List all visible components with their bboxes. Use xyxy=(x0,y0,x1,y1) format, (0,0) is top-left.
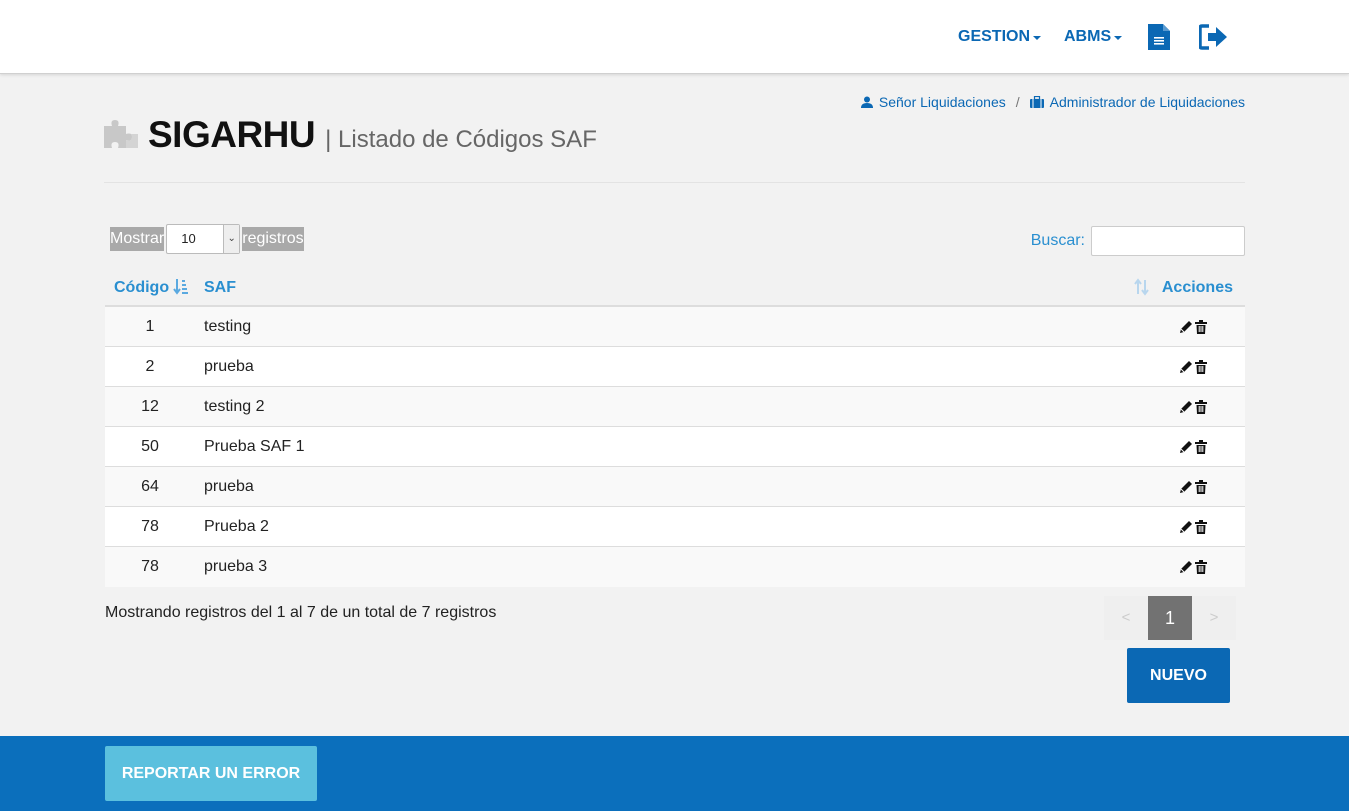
trash-icon[interactable] xyxy=(1195,520,1207,534)
edit-pencil-icon[interactable] xyxy=(1179,560,1193,574)
table-row: 78 prueba 3 xyxy=(105,547,1245,587)
table-row: 50 Prueba SAF 1 xyxy=(105,427,1245,467)
length-prefix-label: Mostrar xyxy=(110,227,165,251)
cell-codigo: 50 xyxy=(141,438,159,455)
table-body: 1 testing 2 prueba 12 testing 2 50 Prueba SAF 1… xyxy=(105,307,1245,587)
pagination-page-current[interactable]: 1 xyxy=(1148,596,1192,640)
table-row: 1 testing xyxy=(105,307,1245,347)
search-input[interactable] xyxy=(1091,226,1245,256)
breadcrumb-role-link[interactable]: Administrador de Liquidaciones xyxy=(1029,94,1245,110)
records-per-page-value: 10 xyxy=(181,231,196,246)
breadcrumb: Señor Liquidaciones / Administrador de L… xyxy=(860,94,1245,110)
cell-acciones xyxy=(1179,320,1207,334)
cell-codigo: 78 xyxy=(141,518,159,535)
app-title: SIGARHU xyxy=(148,114,316,155)
table-info: Mostrando registros del 1 al 7 de un tot… xyxy=(105,604,497,621)
search-label: Buscar: xyxy=(1030,232,1085,249)
sort-both-icon[interactable] xyxy=(1134,278,1150,296)
nav-gestion-label: GESTION xyxy=(958,28,1031,45)
caret-down-icon xyxy=(1033,36,1042,40)
breadcrumb-user-label: Señor Liquidaciones xyxy=(878,94,1006,110)
column-header-codigo[interactable]: Código xyxy=(114,279,169,297)
table-header: Código SAF Acciones xyxy=(105,268,1245,307)
nav-gestion-dropdown[interactable]: GESTION xyxy=(958,0,1042,74)
edit-pencil-icon[interactable] xyxy=(1179,360,1193,374)
edit-pencil-icon[interactable] xyxy=(1179,480,1193,494)
briefcase-icon xyxy=(1029,96,1044,108)
caret-down-icon xyxy=(1114,36,1123,40)
records-per-page-select[interactable]: 10 ⌄ xyxy=(166,224,241,254)
edit-pencil-icon[interactable] xyxy=(1179,440,1193,454)
chevron-down-icon: ⌄ xyxy=(223,225,240,253)
cell-acciones xyxy=(1179,520,1207,534)
trash-icon[interactable] xyxy=(1195,560,1207,574)
user-icon xyxy=(860,96,873,108)
report-error-button[interactable]: REPORTAR UN ERROR xyxy=(105,746,317,801)
cell-acciones xyxy=(1179,400,1207,414)
cell-saf: testing 2 xyxy=(204,398,265,415)
cell-saf: testing xyxy=(204,318,252,335)
cell-codigo: 1 xyxy=(145,318,155,335)
breadcrumb-separator: / xyxy=(1015,94,1020,110)
trash-icon[interactable] xyxy=(1195,320,1207,334)
cell-acciones xyxy=(1179,440,1207,454)
column-header-saf[interactable]: SAF xyxy=(204,279,236,297)
edit-pencil-icon[interactable] xyxy=(1179,520,1193,534)
pagination: < 1 > xyxy=(1104,596,1236,640)
cell-codigo: 12 xyxy=(141,398,159,415)
pagination-previous[interactable]: < xyxy=(1104,596,1148,640)
search-box: Buscar: xyxy=(1031,226,1245,256)
records-per-page-control: Mostrar 10 ⌄ registros xyxy=(110,224,304,254)
breadcrumb-user-link[interactable]: Señor Liquidaciones xyxy=(860,94,1006,110)
puzzle-icon xyxy=(104,120,138,148)
cell-saf: Prueba 2 xyxy=(204,518,269,535)
nav-abms-label: ABMS xyxy=(1064,28,1112,45)
nav-abms-dropdown[interactable]: ABMS xyxy=(1064,0,1123,74)
edit-pencil-icon[interactable] xyxy=(1179,400,1193,414)
edit-pencil-icon[interactable] xyxy=(1179,320,1193,334)
trash-icon[interactable] xyxy=(1195,400,1207,414)
cell-acciones xyxy=(1179,480,1207,494)
table-row: 64 prueba xyxy=(105,467,1245,507)
page-subtitle: | Listado de Códigos SAF xyxy=(325,126,597,153)
table-row: 2 prueba xyxy=(105,347,1245,387)
sign-out-icon[interactable] xyxy=(1199,0,1229,74)
cell-saf: Prueba SAF 1 xyxy=(204,438,305,455)
header-divider xyxy=(104,182,1245,183)
cell-codigo: 78 xyxy=(141,558,159,575)
trash-icon[interactable] xyxy=(1195,480,1207,494)
column-header-acciones: Acciones xyxy=(1161,279,1233,296)
cell-codigo: 64 xyxy=(141,478,159,495)
nuevo-button[interactable]: NUEVO xyxy=(1127,648,1230,703)
pagination-next[interactable]: > xyxy=(1192,596,1236,640)
sort-ascending-icon[interactable] xyxy=(173,278,189,296)
cell-codigo: 2 xyxy=(145,358,155,375)
footer: REPORTAR UN ERROR xyxy=(0,736,1349,811)
table-row: 78 Prueba 2 xyxy=(105,507,1245,547)
cell-saf: prueba 3 xyxy=(204,558,268,575)
trash-icon[interactable] xyxy=(1195,440,1207,454)
cell-acciones xyxy=(1179,560,1207,574)
cell-saf: prueba xyxy=(204,358,254,375)
top-navbar: GESTION ABMS xyxy=(0,0,1349,74)
breadcrumb-role-label: Administrador de Liquidaciones xyxy=(1049,94,1245,110)
saf-codes-table: Código SAF Acciones 1 testing 2 prueba 12 tes… xyxy=(105,268,1245,587)
page-header: SIGARHU | Listado de Códigos SAF xyxy=(104,114,597,156)
trash-icon[interactable] xyxy=(1195,360,1207,374)
cell-saf: prueba xyxy=(204,478,254,495)
table-row: 12 testing 2 xyxy=(105,387,1245,427)
cell-acciones xyxy=(1179,360,1207,374)
document-icon[interactable] xyxy=(1148,0,1170,74)
length-suffix-label: registros xyxy=(242,227,304,251)
